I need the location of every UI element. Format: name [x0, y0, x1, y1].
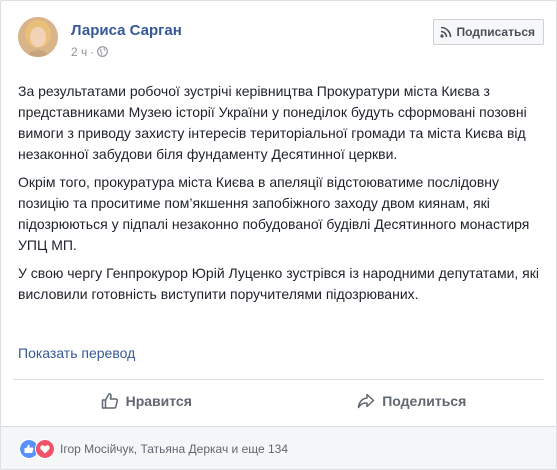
follow-button[interactable]: Подписаться	[432, 19, 544, 45]
post-paragraph-1: За результатами робочої зустрічі керівни…	[18, 83, 527, 162]
post-paragraph-2: Окрім того, прокуратура міста Києва в ап…	[18, 174, 530, 253]
actions-divider-top	[13, 379, 544, 380]
post-actions: Нравится Поделиться	[13, 381, 544, 421]
post-body: За результатами робочої зустрічі керівни…	[18, 81, 548, 312]
meta-separator: ·	[90, 45, 95, 59]
globe-icon[interactable]	[97, 46, 109, 57]
reactions-summary[interactable]: Ігор Мосійчук, Татьяна Деркач и еще 134	[19, 439, 288, 459]
translate-link[interactable]: Показать перевод	[18, 345, 135, 361]
like-button-label: Нравится	[125, 393, 192, 409]
love-reaction-icon	[35, 439, 55, 459]
follow-button-label: Подписаться	[456, 25, 535, 39]
share-button-label: Поделиться	[382, 393, 467, 409]
share-arrow-icon	[357, 393, 375, 409]
reactions-bar: Ігор Мосійчук, Татьяна Деркач и еще 134	[1, 427, 556, 469]
author-avatar[interactable]	[18, 17, 58, 57]
like-button[interactable]: Нравится	[13, 381, 279, 421]
share-button[interactable]: Поделиться	[279, 381, 545, 421]
post-paragraph-3: У свою чергу Генпрокурор Юрій Луценко зу…	[18, 265, 539, 302]
post-meta: 2 ч ·	[71, 45, 109, 59]
post-header: Лариса Сарган 2 ч · Подписаться	[18, 17, 544, 65]
thumbs-up-icon	[101, 393, 118, 409]
reactions-summary-text[interactable]: Ігор Мосійчук, Татьяна Деркач и еще 134	[60, 442, 288, 456]
author-name[interactable]: Лариса Сарган	[71, 22, 182, 39]
rss-icon	[439, 26, 451, 38]
avatar-photo-icon	[18, 17, 58, 57]
post-timestamp[interactable]: 2 ч	[71, 45, 87, 59]
post-card: Лариса Сарган 2 ч · Подписаться За резуль…	[0, 0, 557, 470]
